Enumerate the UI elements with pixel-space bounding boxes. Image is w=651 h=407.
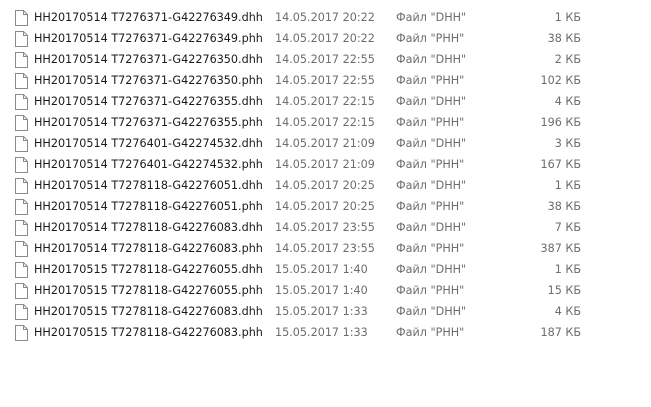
file-row[interactable]: HH20170514 T7278118-G42276083.phh 14.05.2… [0, 238, 600, 259]
file-icon [15, 262, 28, 278]
file-row[interactable]: HH20170514 T7276371-G42276350.phh 14.05.2… [0, 70, 600, 91]
file-row[interactable]: HH20170514 T7276371-G42276350.dhh 14.05.2… [0, 49, 600, 70]
file-size: 4 КБ [554, 305, 581, 318]
file-icon [15, 52, 28, 68]
file-name: HH20170514 T7276371-G42276349.dhh [34, 11, 263, 24]
file-row[interactable]: HH20170514 T7276401-G42274532.dhh 14.05.2… [0, 133, 600, 154]
file-name: HH20170514 T7276371-G42276355.phh [34, 116, 263, 129]
file-type: Файл "PHH" [396, 200, 465, 213]
file-modified-date: 14.05.2017 20:22 [275, 11, 375, 24]
file-modified-date: 14.05.2017 22:55 [275, 74, 375, 87]
file-size: 102 КБ [540, 74, 581, 87]
file-type: Файл "DHH" [396, 53, 467, 66]
file-size: 387 КБ [540, 242, 581, 255]
file-size: 167 КБ [540, 158, 581, 171]
file-name: HH20170514 T7276371-G42276350.dhh [34, 53, 263, 66]
file-icon [15, 157, 28, 173]
file-type: Файл "PHH" [396, 32, 465, 45]
file-icon [15, 31, 28, 47]
file-name: HH20170514 T7276401-G42274532.dhh [34, 137, 263, 150]
file-type: Файл "PHH" [396, 326, 465, 339]
file-icon [15, 220, 28, 236]
file-icon [15, 178, 28, 194]
file-icon [15, 304, 28, 320]
file-size: 1 КБ [554, 179, 581, 192]
file-type: Файл "DHH" [396, 179, 467, 192]
file-type: Файл "DHH" [396, 305, 467, 318]
file-modified-date: 15.05.2017 1:33 [275, 305, 368, 318]
file-modified-date: 15.05.2017 1:33 [275, 326, 368, 339]
file-icon [15, 283, 28, 299]
file-size: 2 КБ [554, 53, 581, 66]
file-row[interactable]: HH20170514 T7278118-G42276083.dhh 14.05.2… [0, 217, 600, 238]
file-icon [15, 241, 28, 257]
file-modified-date: 14.05.2017 22:15 [275, 95, 375, 108]
file-name: HH20170515 T7278118-G42276055.dhh [34, 263, 263, 276]
file-icon [15, 325, 28, 341]
file-list: HH20170514 T7276371-G42276349.dhh 14.05.2… [0, 0, 651, 407]
file-modified-date: 14.05.2017 23:55 [275, 221, 375, 234]
file-name: HH20170515 T7278118-G42276055.phh [34, 284, 263, 297]
file-row[interactable]: HH20170514 T7278118-G42276051.dhh 14.05.2… [0, 175, 600, 196]
file-modified-date: 14.05.2017 21:09 [275, 137, 375, 150]
file-modified-date: 14.05.2017 22:15 [275, 116, 375, 129]
file-name: HH20170514 T7276371-G42276350.phh [34, 74, 263, 87]
file-icon [15, 199, 28, 215]
file-modified-date: 15.05.2017 1:40 [275, 263, 368, 276]
file-name: HH20170515 T7278118-G42276083.phh [34, 326, 263, 339]
file-type: Файл "DHH" [396, 221, 467, 234]
file-size: 1 КБ [554, 263, 581, 276]
file-size: 38 КБ [547, 200, 581, 213]
file-row[interactable]: HH20170514 T7276371-G42276355.phh 14.05.2… [0, 112, 600, 133]
file-type: Файл "DHH" [396, 137, 467, 150]
file-modified-date: 14.05.2017 23:55 [275, 242, 375, 255]
file-size: 4 КБ [554, 95, 581, 108]
file-modified-date: 14.05.2017 20:22 [275, 32, 375, 45]
file-icon [15, 94, 28, 110]
file-type: Файл "DHH" [396, 263, 467, 276]
file-size: 38 КБ [547, 32, 581, 45]
file-name: HH20170514 T7276371-G42276355.dhh [34, 95, 263, 108]
file-row[interactable]: HH20170514 T7278118-G42276051.phh 14.05.2… [0, 196, 600, 217]
file-modified-date: 14.05.2017 20:25 [275, 179, 375, 192]
file-icon [15, 73, 28, 89]
file-name: HH20170514 T7276371-G42276349.phh [34, 32, 263, 45]
file-type: Файл "PHH" [396, 284, 465, 297]
file-type: Файл "PHH" [396, 116, 465, 129]
file-row[interactable]: HH20170514 T7276371-G42276349.phh 14.05.2… [0, 28, 600, 49]
file-modified-date: 14.05.2017 22:55 [275, 53, 375, 66]
file-modified-date: 15.05.2017 1:40 [275, 284, 368, 297]
file-row[interactable]: HH20170514 T7276371-G42276349.dhh 14.05.2… [0, 7, 600, 28]
file-row[interactable]: HH20170515 T7278118-G42276083.phh 15.05.2… [0, 322, 600, 343]
file-modified-date: 14.05.2017 20:25 [275, 200, 375, 213]
file-size: 187 КБ [540, 326, 581, 339]
file-icon [15, 136, 28, 152]
file-name: HH20170514 T7278118-G42276051.dhh [34, 179, 263, 192]
file-name: HH20170514 T7276401-G42274532.phh [34, 158, 263, 171]
file-modified-date: 14.05.2017 21:09 [275, 158, 375, 171]
file-type: Файл "PHH" [396, 158, 465, 171]
file-size: 1 КБ [554, 11, 581, 24]
file-size: 15 КБ [547, 284, 581, 297]
file-name: HH20170514 T7278118-G42276083.phh [34, 242, 263, 255]
file-type: Файл "PHH" [396, 242, 465, 255]
file-size: 7 КБ [554, 221, 581, 234]
file-icon [15, 115, 28, 131]
file-type: Файл "DHH" [396, 11, 467, 24]
file-name: HH20170514 T7278118-G42276051.phh [34, 200, 263, 213]
file-icon [15, 10, 28, 26]
file-name: HH20170515 T7278118-G42276083.dhh [34, 305, 263, 318]
file-row[interactable]: HH20170515 T7278118-G42276083.dhh 15.05.2… [0, 301, 600, 322]
file-name: HH20170514 T7278118-G42276083.dhh [34, 221, 263, 234]
file-row[interactable]: HH20170514 T7276401-G42274532.phh 14.05.2… [0, 154, 600, 175]
file-row[interactable]: HH20170514 T7276371-G42276355.dhh 14.05.2… [0, 91, 600, 112]
file-row[interactable]: HH20170515 T7278118-G42276055.phh 15.05.2… [0, 280, 600, 301]
file-type: Файл "PHH" [396, 74, 465, 87]
file-type: Файл "DHH" [396, 95, 467, 108]
file-row[interactable]: HH20170515 T7278118-G42276055.dhh 15.05.2… [0, 259, 600, 280]
file-size: 3 КБ [554, 137, 581, 150]
file-size: 196 КБ [540, 116, 581, 129]
